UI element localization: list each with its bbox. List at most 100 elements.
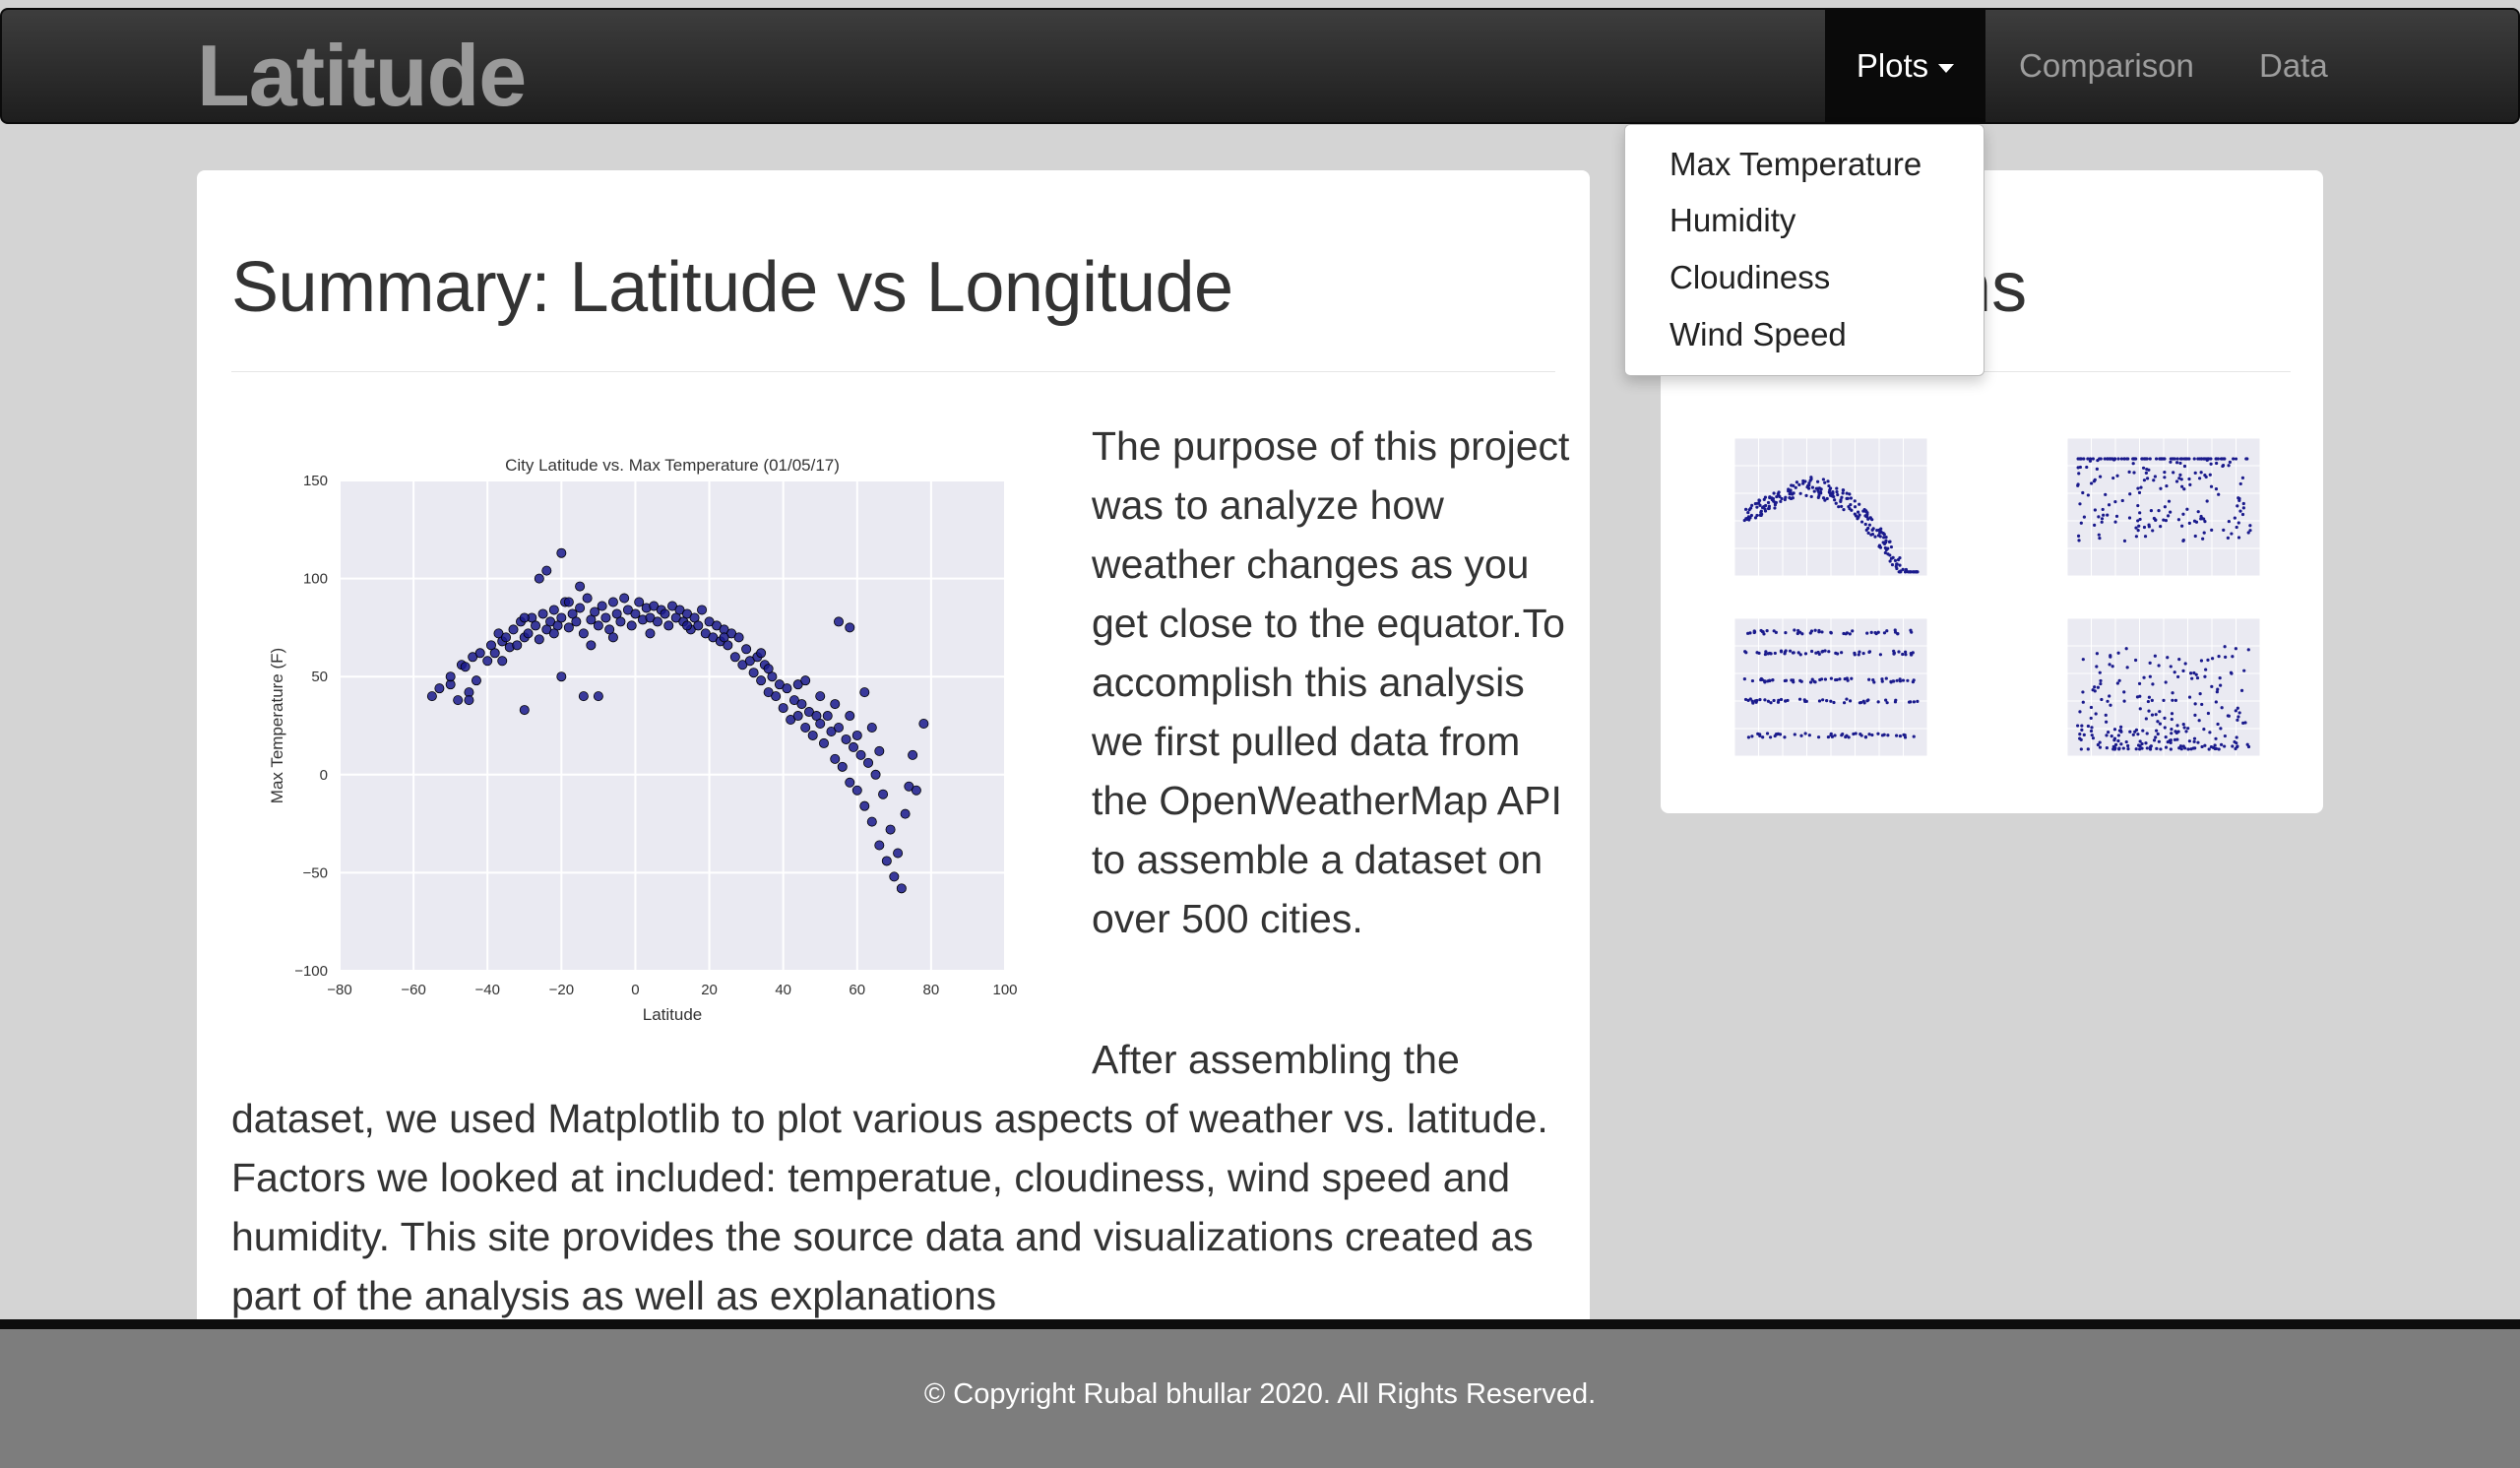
thumb-point — [1841, 491, 1845, 495]
thumb-point — [2122, 457, 2126, 461]
thumb-point — [2152, 479, 2156, 482]
thumb-point — [1856, 517, 1859, 521]
data-point — [834, 616, 845, 627]
thumb-point — [2170, 712, 2174, 716]
thumb-point — [2115, 474, 2119, 478]
thumb-point — [2182, 464, 2187, 469]
thumb-point — [2136, 733, 2140, 736]
thumb-point — [2154, 713, 2158, 717]
thumb-point — [1912, 678, 1916, 682]
thumb-point — [2196, 510, 2200, 514]
dropdown-item-cloudiness[interactable]: Cloudiness — [1670, 259, 1830, 296]
thumb-point — [2142, 525, 2147, 530]
thumb-point — [2138, 517, 2142, 522]
data-point — [563, 597, 574, 607]
thumb-point — [2178, 461, 2182, 466]
thumb-point — [2154, 735, 2158, 739]
dropdown-item-humidity[interactable]: Humidity — [1670, 202, 1796, 239]
thumb-point — [1883, 550, 1887, 555]
data-point — [756, 675, 767, 686]
thumb-point — [2090, 734, 2094, 737]
thumb-point — [2239, 688, 2244, 692]
data-point — [849, 741, 859, 752]
thumb-point — [1778, 733, 1783, 736]
data-point — [866, 816, 877, 827]
thumb-point — [1753, 699, 1757, 703]
dropdown-item-wind-speed[interactable]: Wind Speed — [1670, 316, 1847, 353]
dropdown-item-max-temperature[interactable]: Max Temperature — [1670, 146, 1922, 183]
thumb-point — [1879, 531, 1883, 535]
y-tick-label: 0 — [320, 767, 328, 784]
top-strip — [0, 0, 2520, 8]
data-point — [911, 785, 921, 796]
data-point — [519, 612, 530, 623]
thumb-point — [1861, 651, 1865, 656]
caret-down-icon — [1938, 63, 1955, 73]
thumb-point — [2222, 528, 2226, 532]
thumb-point — [2093, 685, 2097, 689]
brand-logo[interactable]: Latitude — [197, 26, 527, 126]
thumb-point — [1886, 734, 1890, 737]
nav-data-link[interactable]: Data — [2259, 47, 2328, 85]
thumb-point — [2117, 678, 2121, 682]
thumb-point — [1871, 527, 1875, 531]
data-point — [859, 687, 870, 698]
data-point — [534, 573, 544, 584]
thumb-point — [2217, 492, 2221, 496]
thumbnail-humidity[interactable] — [2048, 426, 2274, 599]
thumb-point — [2108, 694, 2111, 698]
thumbnail-max-temperature[interactable] — [1715, 426, 1941, 599]
thumbnail-wind-speed[interactable] — [2048, 606, 2274, 779]
thumb-point — [1809, 476, 1813, 479]
thumb-point — [2093, 508, 2097, 512]
thumb-point — [2098, 670, 2102, 674]
thumb-point — [2122, 539, 2127, 543]
thumb-point — [2192, 457, 2196, 461]
thumb-point — [1768, 735, 1773, 739]
thumb-point — [1792, 483, 1796, 487]
thumb-point — [2175, 457, 2179, 461]
thumb-point — [1808, 680, 1813, 684]
data-point — [830, 753, 841, 764]
nav-comparison-link[interactable]: Comparison — [2019, 47, 2194, 85]
nav-plots-dropdown[interactable]: Plots — [1825, 10, 1985, 122]
thumb-point — [1828, 486, 1833, 490]
data-point — [763, 664, 774, 674]
thumb-point — [2220, 706, 2224, 710]
thumb-point — [1821, 698, 1825, 702]
thumb-point — [1858, 513, 1861, 517]
thumb-point — [2202, 727, 2206, 732]
thumb-point — [2159, 457, 2163, 461]
thumb-point — [1839, 498, 1843, 502]
thumb-point — [2246, 648, 2250, 652]
thumb-point — [2153, 475, 2157, 479]
thumb-point — [1823, 480, 1827, 484]
data-point — [652, 616, 662, 627]
thumb-point — [1873, 630, 1877, 635]
thumb-point — [1876, 534, 1881, 538]
thumb-point — [2167, 499, 2172, 503]
thumb-point — [2176, 518, 2181, 522]
thumb-point — [1746, 510, 1750, 515]
page-title: Summary: Latitude vs Longitude — [231, 248, 1233, 327]
thumb-point — [1866, 698, 1870, 702]
thumb-point — [1882, 536, 1886, 540]
thumb-point — [1889, 679, 1893, 683]
thumbnail-cloudiness[interactable] — [1715, 606, 1941, 779]
data-point — [508, 624, 519, 635]
thumb-point — [2208, 473, 2212, 477]
thumb-point — [1880, 679, 1884, 683]
thumb-point — [1852, 732, 1856, 736]
data-point — [575, 581, 586, 592]
data-point — [556, 547, 567, 558]
thumb-point — [2235, 525, 2238, 530]
data-point — [834, 722, 845, 733]
data-point — [497, 656, 508, 667]
thumb-point — [1841, 488, 1846, 492]
thumb-point — [2095, 467, 2099, 471]
data-point — [489, 648, 500, 659]
thumb-point — [1753, 502, 1757, 506]
thumb-point — [2188, 671, 2193, 675]
thumb-point — [1793, 628, 1796, 632]
max-temperature-chart[interactable]: −80 −60 −40 −20 0 20 40 60 80 100 150 100 50 0 −50 −100… — [236, 436, 1221, 1106]
